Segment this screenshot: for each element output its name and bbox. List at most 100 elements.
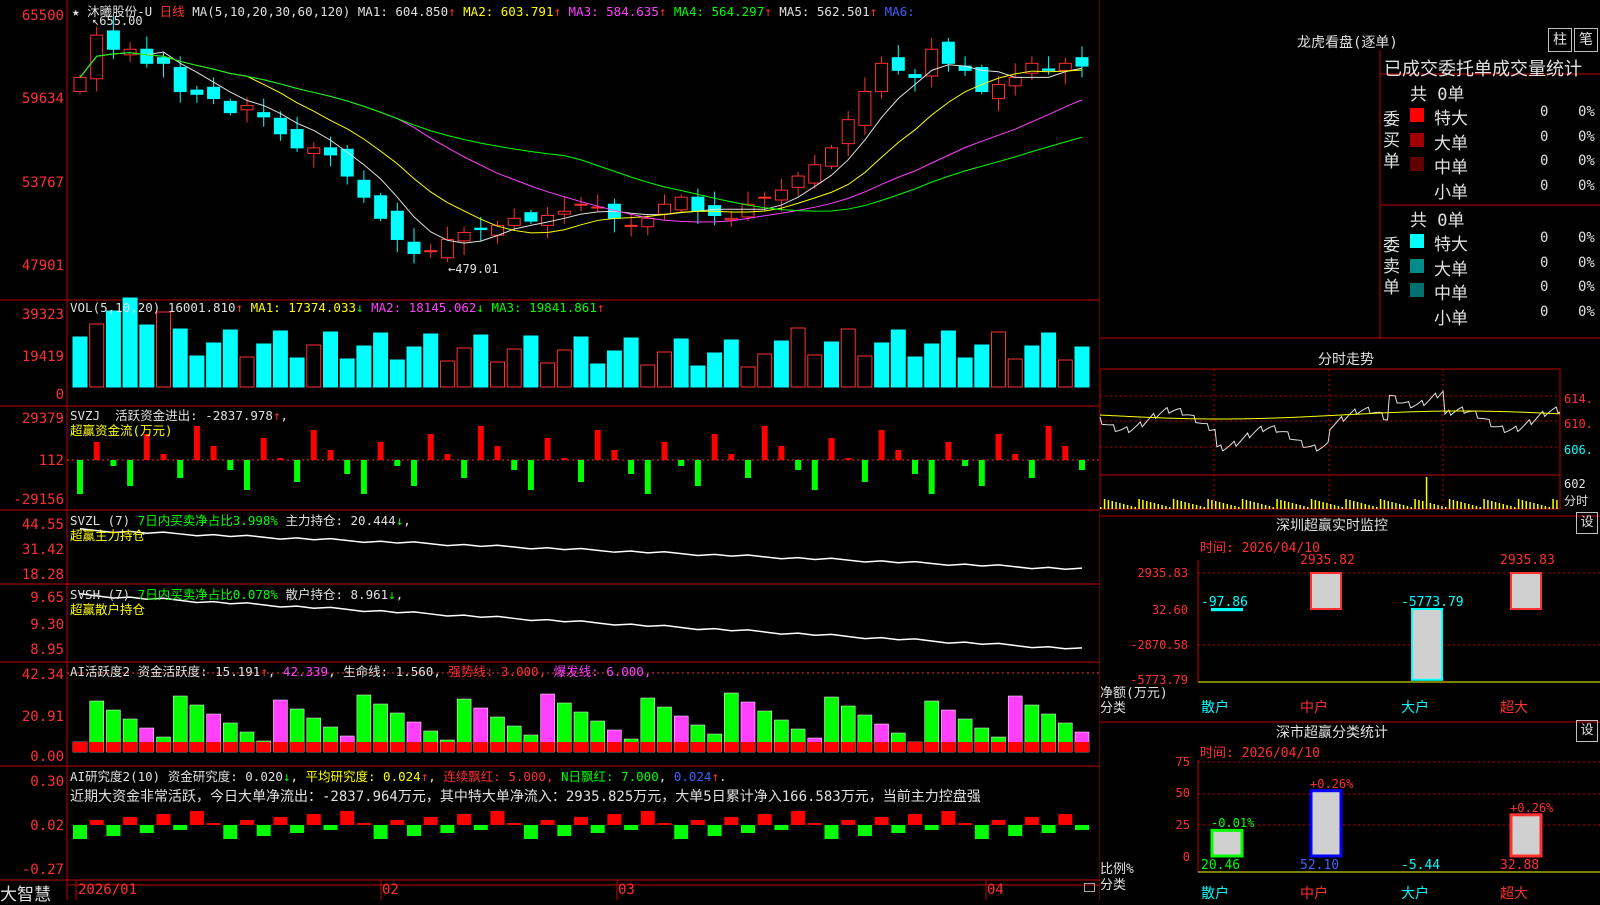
category-label: 大户 xyxy=(1401,886,1429,902)
intraday-volume-bar xyxy=(1399,504,1401,509)
intraday-volume-bar xyxy=(1142,500,1144,509)
intraday-volume-bar xyxy=(1257,503,1259,509)
ratio-value: -5.44 xyxy=(1401,858,1441,873)
intraday-volume-bar xyxy=(1226,504,1228,509)
intraday-volume-bar xyxy=(1261,504,1263,509)
order-count: 0 xyxy=(1540,177,1549,194)
order-count: 0 xyxy=(1540,153,1549,169)
intraday-volume-bar xyxy=(1341,507,1343,509)
intraday-volume-bar xyxy=(1529,502,1531,509)
intraday-volume-bar xyxy=(1149,502,1152,509)
intraday-volume-bar xyxy=(1502,504,1504,509)
intraday-volume-bar xyxy=(1276,499,1278,509)
intraday-volume-bar xyxy=(1295,504,1297,509)
order-pct: 0% xyxy=(1578,104,1595,120)
order-pct: 0% xyxy=(1578,279,1595,295)
intraday-volume-bar xyxy=(1172,499,1175,509)
intraday-volume-bar xyxy=(1556,500,1558,509)
intraday-tick: 610. xyxy=(1564,417,1593,431)
intraday-volume-bar xyxy=(1395,503,1397,509)
bar-view-button[interactable]: 柱 xyxy=(1548,28,1572,52)
intraday-volume-bar xyxy=(1157,504,1159,509)
intraday-volume-bar xyxy=(1184,502,1186,509)
intraday-volume-bar xyxy=(1494,502,1497,509)
rp4-tick: 25 xyxy=(1175,818,1190,832)
ratio-value: 52.10 xyxy=(1300,858,1340,873)
intraday-volume-bar xyxy=(1153,503,1156,509)
intraday-volume-bar xyxy=(1138,499,1140,509)
intraday-volume-bar xyxy=(1517,499,1520,509)
net-flow-value: 2935.82 xyxy=(1300,553,1355,568)
intraday-volume-bar xyxy=(1111,501,1113,509)
intraday-volume-bar xyxy=(1230,505,1232,509)
intraday-volume-bar xyxy=(1345,499,1347,509)
sz-stats-title: 深市超赢分类统计 xyxy=(1276,725,1388,741)
intraday-volume-bar xyxy=(1429,503,1432,509)
intraday-volume-bar xyxy=(1349,500,1351,509)
intraday-volume-bar xyxy=(1284,501,1286,509)
order-count: 0 xyxy=(1540,128,1549,145)
intraday-volume-bar xyxy=(1100,507,1102,509)
order-size-label: 大单 xyxy=(1434,259,1468,280)
rp3-xlabel: 分类 xyxy=(1100,701,1127,716)
intraday-volume-bar xyxy=(1410,507,1412,509)
intraday-volume-bar xyxy=(1448,499,1451,509)
category-label: 中户 xyxy=(1300,700,1328,716)
legend-swatch xyxy=(1410,108,1424,122)
intraday-volume-bar xyxy=(1483,499,1485,509)
order-pct: 0% xyxy=(1578,153,1595,169)
sell-total: 共 0单 xyxy=(1410,211,1465,231)
category-label: 散户 xyxy=(1201,886,1229,902)
order-count: 0 xyxy=(1540,254,1549,271)
ratio-value: 20.46 xyxy=(1201,858,1241,873)
rp3-tick: 32.60 xyxy=(1151,603,1188,617)
net-flow-bar xyxy=(1411,608,1443,681)
ratio-bar xyxy=(1309,789,1343,858)
tick-view-button[interactable]: 笔 xyxy=(1574,28,1598,52)
intraday-volume-bar xyxy=(1383,500,1386,509)
intraday-volume-bar xyxy=(1525,501,1527,509)
intraday-volume-bar xyxy=(1387,501,1389,509)
intraday-volume-bar xyxy=(1437,505,1439,509)
intraday-volume-bar xyxy=(1418,500,1420,509)
intraday-volume-bar xyxy=(1253,502,1255,509)
intraday-volume-bar xyxy=(1460,502,1462,509)
rp3-tick: -2870.58 xyxy=(1130,638,1188,652)
intraday-volume-bar xyxy=(1433,504,1435,509)
intraday-volume-bar xyxy=(1540,505,1543,509)
intraday-volume-bar xyxy=(1441,506,1443,509)
order-count: 0 xyxy=(1540,303,1549,320)
intraday-volume-bar xyxy=(1176,500,1179,509)
order-pct: 0% xyxy=(1578,128,1595,145)
category-label: 超大 xyxy=(1500,700,1528,716)
intraday-volume-bar xyxy=(1169,507,1171,509)
settings-button[interactable]: 设 xyxy=(1576,720,1598,742)
longhu-title: 龙虎看盘(逐单) xyxy=(1297,35,1398,51)
intraday-volume-bar xyxy=(1188,503,1190,509)
intraday-volume-bar xyxy=(1330,504,1332,509)
settings-button[interactable]: 设 xyxy=(1576,512,1598,534)
intraday-volume-bar xyxy=(1134,507,1136,509)
intraday-volume-bar xyxy=(1372,506,1374,509)
order-count: 0 xyxy=(1540,279,1549,295)
intraday-volume-bar xyxy=(1521,500,1524,509)
legend-swatch xyxy=(1410,258,1424,273)
intraday-volume-bar xyxy=(1422,501,1424,509)
net-flow-value: 2935.83 xyxy=(1500,553,1555,568)
intraday-volume-bar xyxy=(1445,507,1447,509)
intraday-volume-bar xyxy=(1103,499,1106,509)
stats-time: 时间: 2026/04/10 xyxy=(1200,746,1320,761)
net-flow-value: -5773.79 xyxy=(1401,595,1464,610)
intraday-volume-bar xyxy=(1215,501,1217,509)
legend-swatch xyxy=(1410,234,1424,248)
intraday-frame xyxy=(1099,368,1561,510)
intraday-volume-bar xyxy=(1146,501,1148,509)
intraday-tick: 606. xyxy=(1564,443,1593,457)
intraday-volume-bar xyxy=(1192,504,1194,509)
legend-swatch xyxy=(1410,307,1424,322)
intraday-volume-bar xyxy=(1379,499,1382,509)
order-pct: 0% xyxy=(1578,177,1595,194)
order-pct: 0% xyxy=(1578,254,1595,271)
intraday-volume-bar xyxy=(1161,505,1163,509)
intraday-volume-bar xyxy=(1337,506,1340,509)
